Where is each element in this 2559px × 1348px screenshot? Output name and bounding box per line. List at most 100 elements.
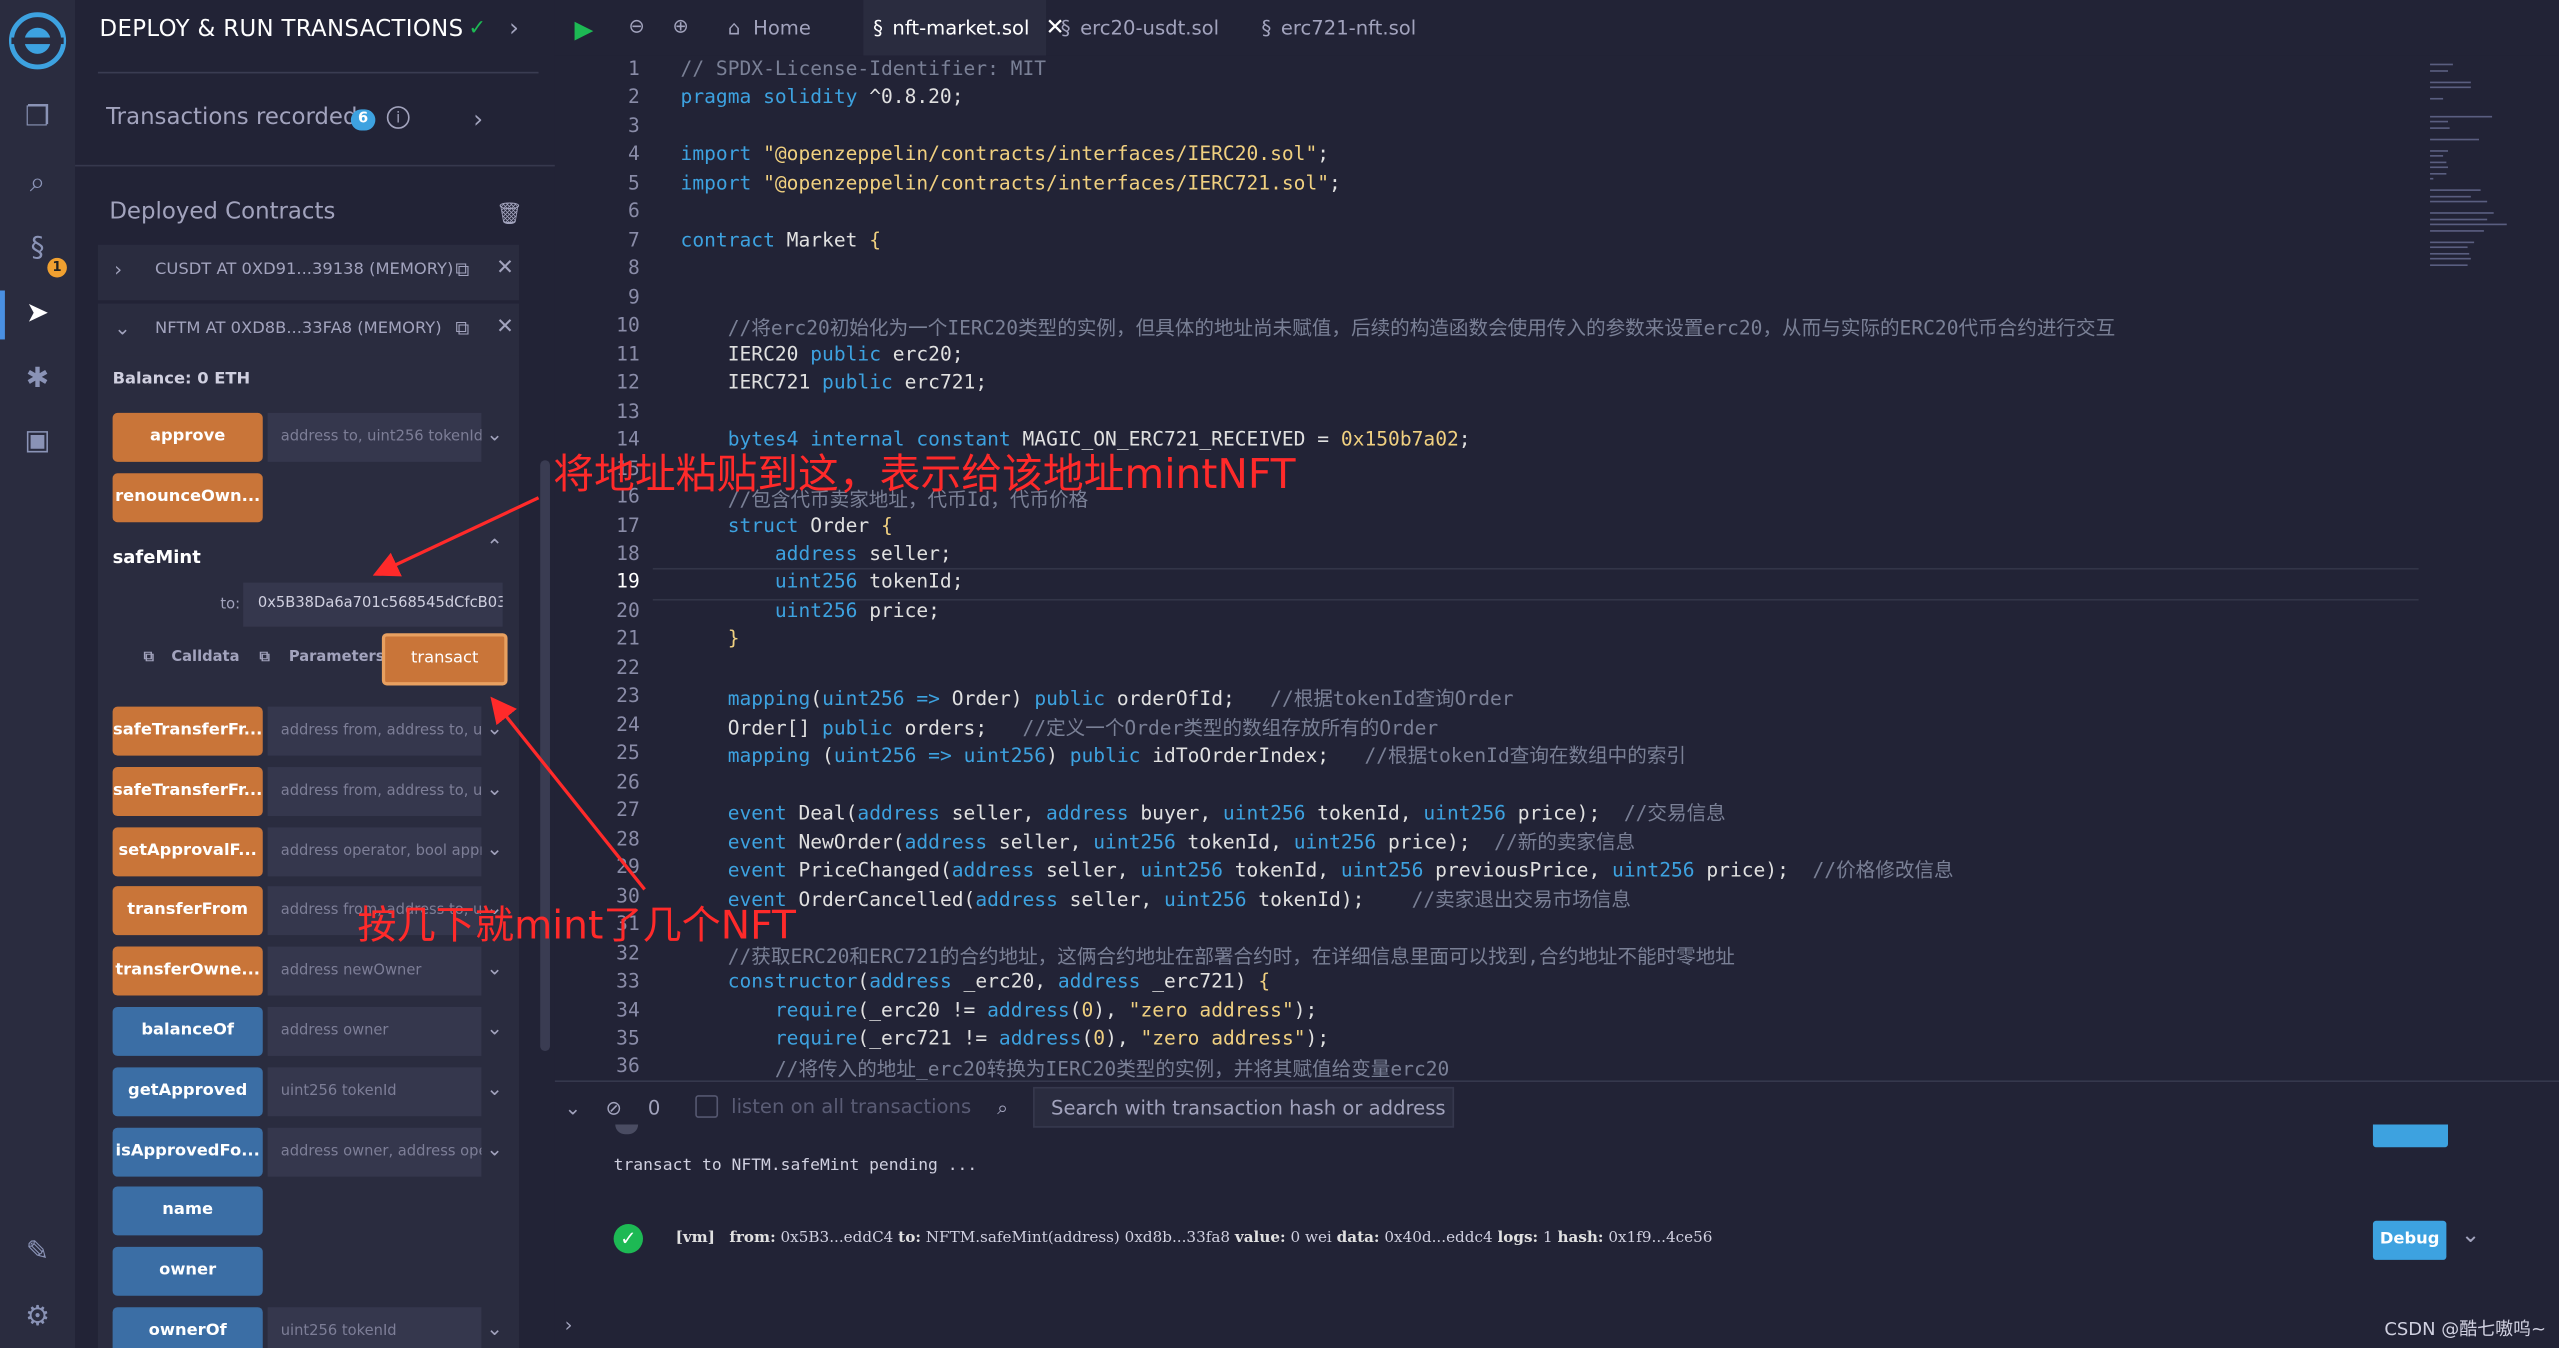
transaction-log-line[interactable]: [vm] from: 0x5B3...eddC4 to: NFTM.safeMi… xyxy=(676,1229,1713,1247)
code-line[interactable]: uint256 price; xyxy=(681,599,940,622)
function-button[interactable]: renounceOwn... xyxy=(112,472,263,522)
info-icon[interactable]: i xyxy=(386,106,410,129)
tab-erc721-nft[interactable]: § erc721-nft.sol xyxy=(1262,0,1458,55)
function-params-input[interactable]: address owner xyxy=(267,1006,482,1056)
function-button[interactable]: approve xyxy=(112,412,263,462)
chevron-up-icon[interactable]: ⌃ xyxy=(486,535,502,558)
remix-logo-icon[interactable] xyxy=(7,10,69,72)
function-params-input[interactable]: address from, address to, uint256 tokenI… xyxy=(267,766,482,816)
function-button[interactable]: setApprovalF... xyxy=(112,826,263,876)
code-line[interactable]: struct Order { xyxy=(681,513,893,536)
code-line[interactable]: address seller; xyxy=(681,542,952,565)
chevron-down-icon[interactable]: ⌄ xyxy=(486,837,502,860)
listen-checkbox[interactable] xyxy=(695,1095,719,1118)
minimap[interactable] xyxy=(2424,55,2538,316)
function-button[interactable]: transferOwne... xyxy=(112,946,263,996)
function-button[interactable]: ownerOf xyxy=(112,1307,263,1348)
zoom-in-icon[interactable]: ⊕ xyxy=(672,15,688,38)
code-line[interactable]: mapping (uint256 => uint256) public idTo… xyxy=(681,741,1686,769)
tab-erc20-usdt[interactable]: § erc20-usdt.sol xyxy=(1061,0,1257,55)
code-line[interactable]: uint256 tokenId; xyxy=(681,570,964,593)
parameters-copy-icon[interactable]: ⧉ xyxy=(259,650,270,666)
chevron-down-icon[interactable]: ⌄ xyxy=(114,317,130,340)
function-button[interactable]: transferFrom xyxy=(112,886,263,936)
file-explorer-icon[interactable]: ❐ xyxy=(18,98,57,137)
tab-home[interactable]: ⌂ Home xyxy=(725,0,862,55)
parameters-button[interactable]: Parameters xyxy=(289,650,385,666)
debugger-icon[interactable]: ✱ xyxy=(18,359,57,398)
code-line[interactable]: event NewOrder(address seller, uint256 t… xyxy=(681,827,1636,855)
plugin-manager-icon[interactable]: ✎ xyxy=(18,1232,57,1271)
code-line[interactable]: //获取ERC20和ERC721的合约地址，这俩合约地址在部署合约时，在详细信息… xyxy=(681,941,1735,969)
code-line[interactable]: event PriceChanged(address seller, uint2… xyxy=(681,855,1954,883)
chevron-down-icon[interactable]: ⌄ xyxy=(486,423,502,446)
clear-console-icon[interactable]: ⊘ xyxy=(605,1097,621,1120)
close-icon[interactable]: ✕ xyxy=(496,256,514,280)
code-line[interactable]: IERC20 public erc20; xyxy=(681,342,964,365)
terminal-prompt-icon[interactable]: › xyxy=(565,1314,573,1337)
chevron-down-icon[interactable]: ⌄ xyxy=(486,1017,502,1040)
trash-icon[interactable]: 🗑 xyxy=(496,202,523,226)
copy-icon[interactable]: ⧉ xyxy=(455,317,469,341)
function-params-input[interactable]: address operator, bool approved xyxy=(267,826,482,876)
deploy-run-icon[interactable]: ➤ xyxy=(18,294,57,333)
transact-button[interactable]: transact xyxy=(381,633,508,686)
function-params-input[interactable]: address from, address to, uint256 tokenI… xyxy=(267,706,482,756)
editor-scrollbar[interactable] xyxy=(2539,55,2559,1080)
code-line[interactable]: require(_erc20 != address(0), "zero addr… xyxy=(681,998,1317,1021)
zoom-out-icon[interactable]: ⊖ xyxy=(628,15,644,38)
tab-nft-market[interactable]: § nft-market.sol ✕ xyxy=(863,0,1065,56)
function-params-input[interactable]: address newOwner xyxy=(267,946,482,996)
collapse-terminal-icon[interactable]: ⌄ xyxy=(565,1097,581,1120)
chevron-down-icon[interactable]: ⌄ xyxy=(486,716,502,739)
calldata-copy-icon[interactable]: ⧉ xyxy=(144,650,155,666)
function-button[interactable]: getApproved xyxy=(112,1066,263,1116)
chevron-down-icon[interactable]: ⌄ xyxy=(486,1077,502,1100)
code-line[interactable]: pragma solidity ^0.8.20; xyxy=(681,86,964,109)
function-params-input[interactable]: uint256 tokenId xyxy=(267,1066,482,1116)
code-line[interactable]: event Deal(address seller, address buyer… xyxy=(681,798,1726,826)
chevron-down-icon[interactable]: ⌄ xyxy=(2461,1222,2480,1248)
function-button[interactable]: isApprovedFo... xyxy=(112,1127,263,1177)
search-icon[interactable]: ⌕ xyxy=(18,163,57,202)
debug-button[interactable]: Debug xyxy=(2372,1220,2447,1260)
code-line[interactable]: constructor(address _erc20, address _erc… xyxy=(681,969,1270,992)
chevron-down-icon[interactable]: ⌄ xyxy=(486,1317,502,1340)
code-line[interactable]: event OrderCancelled(address seller, uin… xyxy=(681,884,1631,912)
code-line[interactable]: import "@openzeppelin/contracts/interfac… xyxy=(681,143,1330,166)
code-line[interactable]: // SPDX-License-Identifier: MIT xyxy=(681,57,1047,80)
chevron-right-icon[interactable]: › xyxy=(473,104,483,133)
search-icon[interactable]: ⌕ xyxy=(997,1097,1008,1121)
code-line[interactable]: contract Market { xyxy=(681,228,881,251)
code-editor[interactable]: 1 2 3 4 5 6 7 8 9 10 11 12 13 14 15 16 17 18 19 20 21 22 23 24 2… xyxy=(554,55,2559,1083)
chevron-down-icon[interactable]: ⌄ xyxy=(486,777,502,800)
chevron-down-icon[interactable]: ⌄ xyxy=(486,1137,502,1160)
calldata-button[interactable]: Calldata xyxy=(171,650,239,666)
run-play-icon[interactable]: ▶ xyxy=(574,15,593,44)
close-icon[interactable]: ✕ xyxy=(496,315,514,339)
chevron-right-icon[interactable]: › xyxy=(509,13,519,42)
settings-gear-icon[interactable]: ⚙ xyxy=(18,1297,57,1336)
instance-cusdt[interactable]: › CUSDT AT 0XD91...39138 (MEMORY) ⧉ ✕ xyxy=(97,244,519,301)
code-line[interactable]: //将传入的地址_erc20转换为IERC20类型的实例，并将其赋值给变量erc… xyxy=(681,1055,1449,1083)
chevron-down-icon[interactable]: ⌄ xyxy=(486,957,502,980)
code-line[interactable]: Order[] public orders; //定义一个Order类型的数组存… xyxy=(681,713,1438,741)
safemint-to-input[interactable]: 0x5B38Da6a701c568545dCfcB03FcB875f56bedd… xyxy=(243,582,503,627)
function-button[interactable]: safeTransferFr... xyxy=(112,706,263,756)
transactions-recorded-label[interactable]: Transactions recorded xyxy=(106,104,357,130)
code-line[interactable]: IERC721 public erc721; xyxy=(681,371,987,394)
prior-debug-button[interactable] xyxy=(2372,1124,2448,1148)
copy-icon[interactable]: ⧉ xyxy=(455,258,469,282)
function-button[interactable]: name xyxy=(112,1187,263,1237)
function-button[interactable]: owner xyxy=(112,1247,263,1297)
plugin-icon[interactable]: ▣ xyxy=(18,421,57,460)
panel-scrollbar[interactable] xyxy=(540,460,550,1052)
code-line[interactable]: mapping(uint256 => Order) public orderOf… xyxy=(681,684,1514,712)
function-params-input[interactable]: address to, uint256 tokenId xyxy=(267,412,482,462)
function-button[interactable]: safeTransferFr... xyxy=(112,766,263,816)
code-line[interactable]: require(_erc721 != address(0), "zero add… xyxy=(681,1026,1329,1049)
function-params-input[interactable]: uint256 tokenId xyxy=(267,1307,482,1348)
code-line[interactable]: import "@openzeppelin/contracts/interfac… xyxy=(681,171,1341,194)
terminal-search-input[interactable]: Search with transaction hash or address xyxy=(1033,1086,1455,1128)
chevron-right-icon[interactable]: › xyxy=(114,258,122,281)
